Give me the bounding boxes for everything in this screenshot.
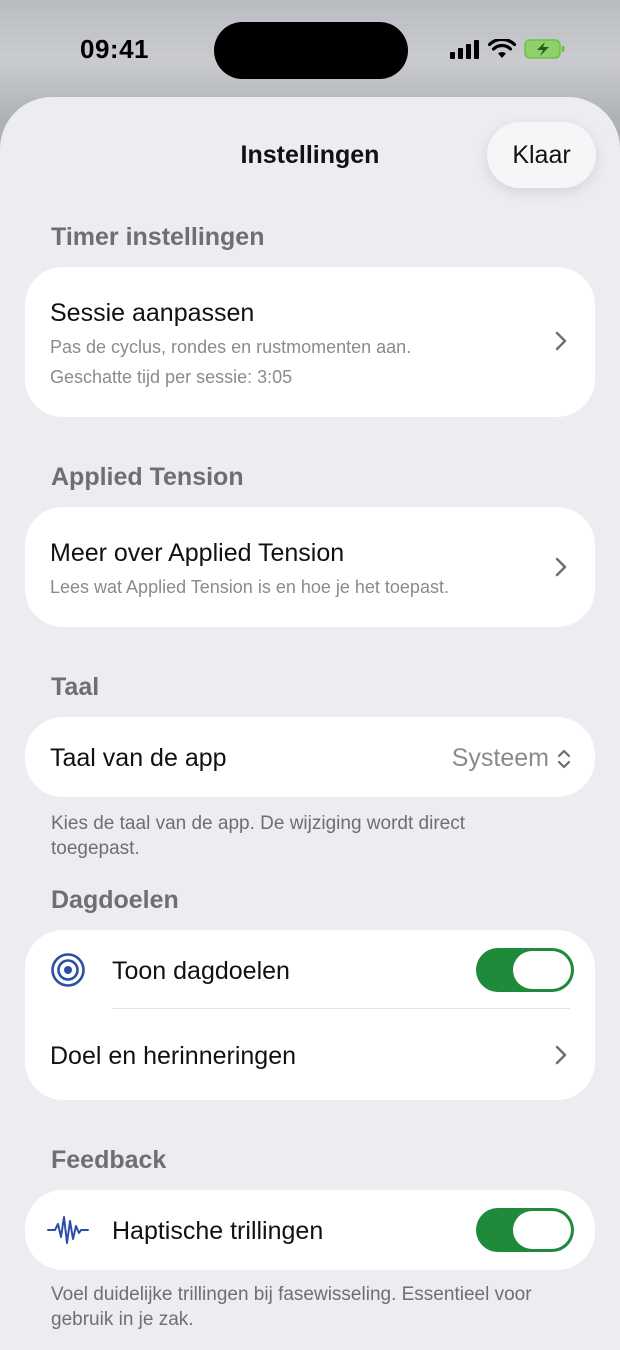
toggle-knob [513,1211,571,1249]
goals-reminders-label: Doel en herinneringen [50,1042,297,1070]
status-bar: 09:41 [0,0,620,100]
chevron-up-down-icon [557,749,571,768]
waveform-icon [47,1216,89,1244]
applied-tension-title: Meer over Applied Tension [50,539,345,567]
language-label: Taal van de app [50,744,227,772]
applied-tension-subtitle: Lees wat Applied Tension is en hoe je he… [50,577,449,597]
chevron-right-icon [555,557,567,577]
show-daily-goals-toggle[interactable] [476,948,574,992]
session-estimate-text: Geschatte tijd per sessie: 3:05 [50,367,293,387]
section-header-applied-tension: Applied Tension [51,463,244,491]
status-time: 09:41 [80,34,149,64]
language-picker-row[interactable]: Taal van de app Systeem [25,717,595,797]
settings-sheet: Instellingen Klaar Timer instellingen Se… [0,97,620,1350]
show-daily-goals-label: Toon dagdoelen [112,957,290,985]
status-icons [450,38,566,60]
goals-reminders-row[interactable]: Doel en herinneringen [25,1009,595,1100]
target-icon [51,953,85,987]
toggle-knob [513,951,571,989]
section-header-daily-goals: Dagdoelen [51,886,179,914]
session-settings-title: Sessie aanpassen [50,299,255,327]
language-footnote: Kies de taal van de app. De wijziging wo… [51,813,466,859]
haptics-row: Haptische trillingen [25,1190,595,1270]
section-header-timer: Timer instellingen [51,223,265,251]
language-selected-value: Systeem [451,744,549,772]
dynamic-island [214,22,408,79]
done-button[interactable]: Klaar [487,122,596,188]
chevron-right-icon [555,331,567,351]
language-value[interactable]: Systeem [452,744,571,773]
battery-charging-icon [524,39,565,59]
session-settings-subtitle: Pas de cyclus, rondes en rustmomenten aa… [50,337,412,357]
daily-goals-card: Toon dagdoelen Doel en herinneringen [25,930,595,1100]
cellular-signal-icon [450,40,479,59]
section-header-feedback: Feedback [51,1146,167,1174]
section-header-language: Taal [51,673,100,701]
chevron-right-icon [555,1045,567,1065]
haptics-footnote: Voel duidelijke trillingen bij fasewisse… [51,1284,532,1330]
applied-tension-row[interactable]: Meer over Applied Tension Lees wat Appli… [25,507,595,627]
haptics-toggle[interactable] [476,1208,574,1252]
haptics-label: Haptische trillingen [112,1217,324,1245]
wifi-icon [488,39,516,58]
session-settings-row[interactable]: Sessie aanpassen Pas de cyclus, rondes e… [25,267,595,417]
